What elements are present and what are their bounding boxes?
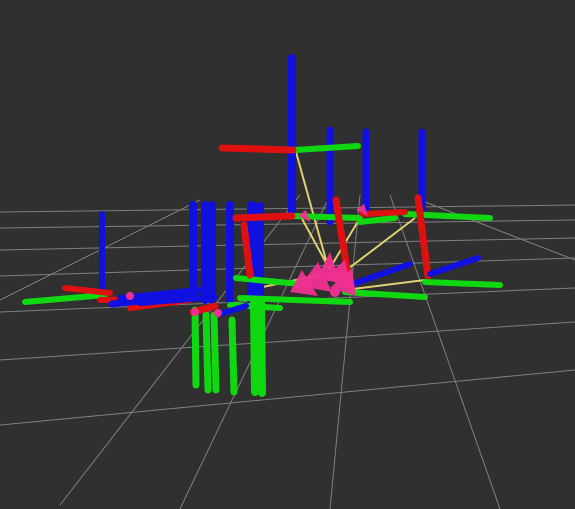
z-axis-rod	[427, 255, 481, 277]
pose-marker-point	[330, 287, 340, 297]
3d-viewport[interactable]	[0, 0, 575, 509]
x-axis-rod	[414, 194, 432, 280]
grid-line	[0, 237, 575, 251]
scene-canvas[interactable]	[0, 0, 575, 509]
y-axis-rod	[292, 143, 361, 153]
x-axis-rod	[218, 144, 297, 154]
y-axis-rod	[250, 296, 259, 396]
ground-grid	[0, 194, 575, 509]
pose-marker-point	[214, 309, 222, 317]
grid-line	[0, 257, 575, 277]
z-axis-rod	[347, 261, 413, 288]
y-axis-rod	[210, 311, 220, 394]
z-axis-rod	[217, 303, 249, 317]
y-axis-rod	[228, 316, 238, 396]
pose-marker-point	[191, 308, 199, 316]
y-axis-rod	[342, 289, 428, 300]
y-axis-rod	[422, 279, 503, 288]
y-axis-rod	[191, 306, 200, 389]
y-axis-rod	[357, 215, 398, 225]
grid-line	[389, 194, 501, 509]
grid-line	[0, 369, 575, 426]
grid-line	[419, 199, 575, 261]
y-axis-rod	[257, 296, 266, 397]
x-axis-rod	[360, 209, 408, 217]
y-axis-rod	[22, 292, 108, 305]
y-axis-rod	[202, 311, 212, 394]
grid-line	[0, 321, 575, 361]
x-axis-rod	[232, 212, 296, 222]
tf-axes	[22, 54, 503, 397]
pose-marker-point	[126, 292, 134, 300]
